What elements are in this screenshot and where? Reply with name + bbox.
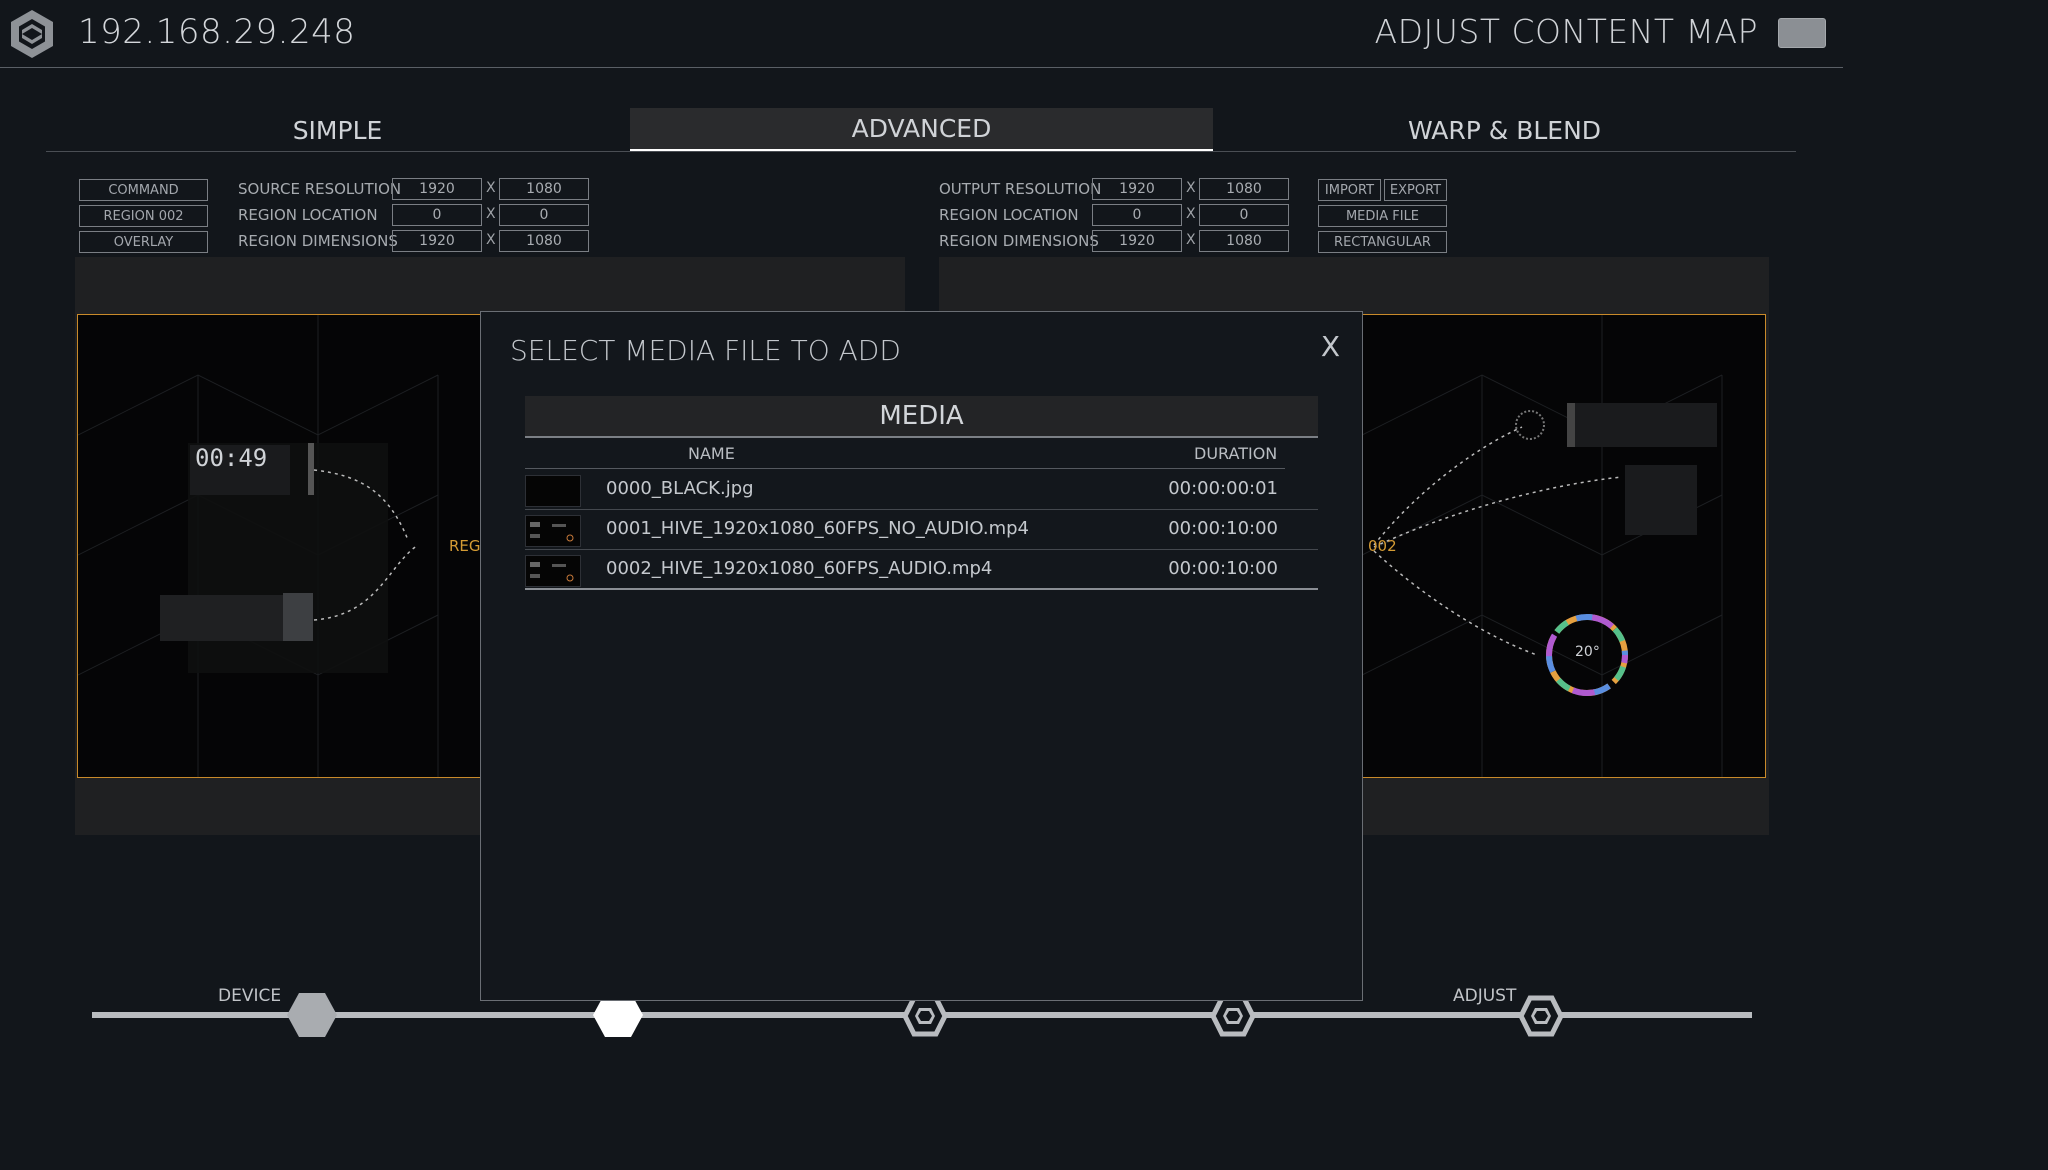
x-separator: X (486, 232, 496, 248)
media-file-row[interactable]: 0000_BLACK.jpg 00:00:00:01 (525, 470, 1318, 510)
region-dimensions-label: REGION DIMENSIONS (238, 232, 398, 250)
device-ip-address: 192.168.29.248 (78, 12, 356, 52)
step-label-adjust: ADJUST (1453, 986, 1517, 1006)
media-file-duration: 00:00:10:00 (1168, 558, 1278, 579)
output-preview[interactable] (1361, 314, 1766, 778)
page-title: ADJUST CONTENT MAP (1374, 12, 1758, 51)
step-media-hex-icon[interactable] (902, 995, 948, 1037)
overlay-button[interactable]: OVERLAY (79, 231, 208, 253)
status-swatch-button[interactable] (1778, 18, 1826, 48)
output-resolution-width-input[interactable]: 1920 (1092, 178, 1182, 200)
dial-value: 20° (1575, 644, 1600, 660)
media-file-row[interactable]: 0002_HIVE_1920x1080_60FPS_AUDIO.mp4 00:0… (525, 550, 1318, 590)
media-file-button[interactable]: MEDIA FILE (1318, 205, 1447, 227)
preview-clock: 00:49 (195, 444, 268, 472)
tab-warp-blend[interactable]: WARP & BLEND (1213, 108, 1796, 152)
region-dimensions-width-input[interactable]: 1920 (392, 230, 482, 252)
command-button[interactable]: COMMAND (79, 179, 208, 201)
media-thumbnail (525, 555, 581, 587)
output-region-location-label: REGION LOCATION (939, 206, 1079, 224)
import-button[interactable]: IMPORT (1318, 179, 1381, 201)
media-file-row[interactable]: 0001_HIVE_1920x1080_60FPS_NO_AUDIO.mp4 0… (525, 510, 1318, 550)
dialog-title: SELECT MEDIA FILE TO ADD (510, 334, 901, 367)
column-header-divider (525, 468, 1285, 469)
source-resolution-width-input[interactable]: 1920 (392, 178, 482, 200)
step-adjust-hex-icon[interactable] (1518, 995, 1564, 1037)
source-resolution-label: SOURCE RESOLUTION (238, 180, 402, 198)
media-file-name: 0001_HIVE_1920x1080_60FPS_NO_AUDIO.mp4 (606, 518, 1030, 539)
close-icon[interactable]: X (1321, 330, 1340, 363)
output-region-dimensions-label: REGION DIMENSIONS (939, 232, 1099, 250)
output-resolution-label: OUTPUT RESOLUTION (939, 180, 1102, 198)
media-section-header: MEDIA (525, 396, 1318, 438)
media-file-duration: 00:00:00:01 (1168, 478, 1278, 499)
hive-logo-icon (8, 8, 56, 60)
select-media-dialog: SELECT MEDIA FILE TO ADD X MEDIA NAME DU… (480, 311, 1363, 1001)
output-resolution-height-input[interactable]: 1080 (1199, 178, 1289, 200)
rectangular-button[interactable]: RECTANGULAR (1318, 231, 1447, 253)
region-select-button[interactable]: REGION 002 (79, 205, 208, 227)
output-region-location-x-input[interactable]: 0 (1092, 204, 1182, 226)
region-tag-left: REG (449, 537, 481, 555)
output-region-location-y-input[interactable]: 0 (1199, 204, 1289, 226)
output-region-dimensions-width-input[interactable]: 1920 (1092, 230, 1182, 252)
x-separator: X (486, 180, 496, 196)
output-region-dimensions-height-input[interactable]: 1080 (1199, 230, 1289, 252)
column-header-duration[interactable]: DURATION (1194, 444, 1277, 463)
x-separator: X (1186, 206, 1196, 222)
media-file-name: 0002_HIVE_1920x1080_60FPS_AUDIO.mp4 (606, 558, 993, 579)
media-file-duration: 00:00:10:00 (1168, 518, 1278, 539)
step-device-hex-icon[interactable] (286, 991, 338, 1039)
media-file-name: 0000_BLACK.jpg (606, 478, 754, 499)
tab-simple[interactable]: SIMPLE (46, 108, 629, 152)
export-button[interactable]: EXPORT (1384, 179, 1447, 201)
media-thumbnail (525, 515, 581, 547)
header-divider (0, 67, 1843, 68)
x-separator: X (486, 206, 496, 222)
source-preview[interactable] (77, 314, 482, 778)
source-resolution-height-input[interactable]: 1080 (499, 178, 589, 200)
region-location-label: REGION LOCATION (238, 206, 378, 224)
region-tag-right: 002 (1368, 537, 1397, 555)
column-header-name[interactable]: NAME (688, 444, 735, 463)
region-location-y-input[interactable]: 0 (499, 204, 589, 226)
media-thumbnail (525, 475, 581, 507)
region-dimensions-height-input[interactable]: 1080 (499, 230, 589, 252)
region-location-x-input[interactable]: 0 (392, 204, 482, 226)
step-play-hex-icon[interactable] (1210, 995, 1256, 1037)
tab-advanced[interactable]: ADVANCED (630, 108, 1213, 152)
x-separator: X (1186, 232, 1196, 248)
step-label-device: DEVICE (218, 986, 282, 1006)
tabs-divider (46, 151, 1796, 152)
x-separator: X (1186, 180, 1196, 196)
